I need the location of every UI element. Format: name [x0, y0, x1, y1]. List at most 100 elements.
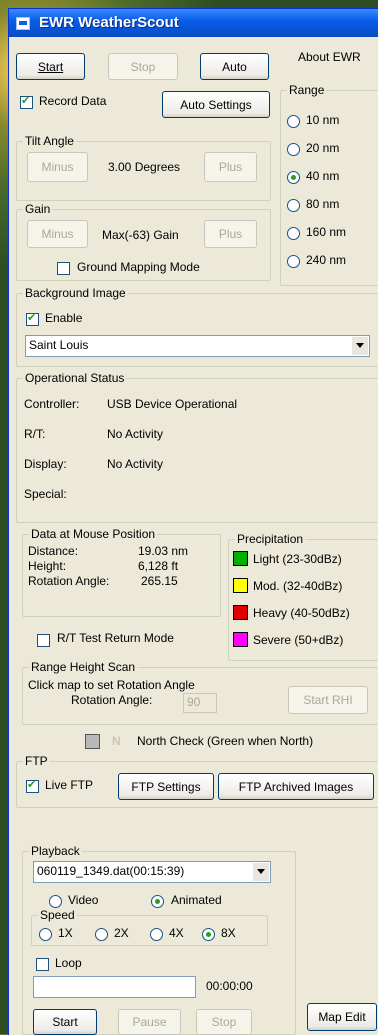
- range-option-240: 240 nm: [306, 253, 347, 267]
- range-radio-80[interactable]: [287, 199, 300, 212]
- record-data-checkbox[interactable]: [20, 94, 33, 109]
- rhi-angle-input[interactable]: 90: [183, 693, 217, 713]
- tilt-plus-label: Plus: [218, 160, 243, 174]
- precip-light-label: Light (23-30dBz): [253, 552, 342, 566]
- range-option-20: 20 nm: [306, 141, 340, 155]
- speed-radio-2x[interactable]: [95, 928, 108, 941]
- status-special-key: Special:: [24, 487, 67, 501]
- speed-radio-8x[interactable]: [202, 928, 215, 941]
- title-bar[interactable]: EWR WeatherScout: [9, 9, 378, 37]
- status-rt-value: No Activity: [107, 427, 164, 441]
- status-display-key: Display:: [24, 457, 67, 471]
- ftp-settings-label: FTP Settings: [131, 779, 201, 794]
- status-controller-key: Controller:: [24, 397, 80, 411]
- tilt-angle-value: 3.00 Degrees: [108, 160, 181, 174]
- rhi-instruction: Click map to set Rotation Angle: [28, 678, 195, 692]
- chevron-down-icon[interactable]: [351, 337, 368, 355]
- map-edit-button[interactable]: Map Edit: [307, 1003, 377, 1031]
- gain-plus-button[interactable]: Plus: [204, 220, 257, 248]
- speed-label: Speed: [38, 908, 77, 922]
- speed-option-8x: 8X: [221, 926, 236, 940]
- mouse-rotation-value: 265.15: [141, 574, 178, 588]
- background-location-value: Saint Louis: [29, 338, 89, 352]
- gain-minus-button[interactable]: Minus: [27, 220, 88, 248]
- live-ftp-checkbox[interactable]: [26, 778, 39, 793]
- auto-button-label: Auto: [222, 59, 247, 74]
- mouse-position-label: Data at Mouse Position: [29, 527, 158, 541]
- speed-radio-1x[interactable]: [39, 928, 52, 941]
- playback-file-value: 060119_1349.dat(00:15:39): [37, 864, 185, 878]
- app-icon: [16, 17, 30, 30]
- speed-option-2x: 2X: [114, 926, 129, 940]
- range-radio-20[interactable]: [287, 143, 300, 156]
- precip-light-swatch: [233, 551, 248, 566]
- speed-radio-4x[interactable]: [150, 928, 163, 941]
- ground-mapping-checkbox[interactable]: [57, 262, 70, 275]
- video-radio[interactable]: [49, 895, 62, 908]
- auto-button[interactable]: Auto: [200, 53, 269, 80]
- loop-label: Loop: [55, 956, 82, 970]
- stop-button[interactable]: Stop: [108, 53, 178, 80]
- playback-stop-button[interactable]: Stop: [196, 1009, 252, 1035]
- start-rhi-label: Start RHI: [303, 693, 353, 707]
- precip-heavy-label: Heavy (40-50dBz): [253, 606, 350, 620]
- animated-label: Animated: [171, 893, 222, 907]
- playback-stop-label: Stop: [211, 1015, 237, 1029]
- start-rhi-button[interactable]: Start RHI: [288, 686, 368, 714]
- mouse-rotation-key: Rotation Angle:: [28, 574, 110, 588]
- gain-value: Max(-63) Gain: [102, 228, 179, 242]
- status-display-value: No Activity: [107, 457, 164, 471]
- range-option-80: 80 nm: [306, 197, 340, 211]
- rhi-angle-label: Rotation Angle:: [71, 693, 153, 707]
- playback-start-button[interactable]: Start: [33, 1009, 97, 1035]
- ftp-archived-images-label: FTP Archived Images: [238, 779, 354, 794]
- chevron-down-icon[interactable]: [252, 863, 269, 881]
- range-option-10: 10 nm: [306, 113, 340, 127]
- north-indicator: [85, 734, 100, 749]
- range-radio-160[interactable]: [287, 227, 300, 240]
- range-radio-240[interactable]: [287, 255, 300, 268]
- background-image-label: Background Image: [23, 286, 128, 300]
- ftp-settings-button[interactable]: FTP Settings: [118, 773, 214, 800]
- tilt-plus-button[interactable]: Plus: [204, 152, 257, 182]
- start-button-label: Start: [37, 59, 64, 74]
- about-ewr-link[interactable]: About EWR: [298, 50, 361, 64]
- tilt-minus-label: Minus: [41, 160, 74, 174]
- video-label: Video: [68, 893, 99, 907]
- playback-progress-bar[interactable]: [33, 976, 196, 998]
- speed-option-4x: 4X: [169, 926, 184, 940]
- operational-status-label: Operational Status: [23, 371, 127, 385]
- start-button[interactable]: Start: [16, 53, 85, 80]
- ftp-archived-images-button[interactable]: FTP Archived Images: [218, 773, 374, 800]
- background-enable-checkbox[interactable]: [26, 311, 39, 326]
- playback-file-dropdown[interactable]: 060119_1349.dat(00:15:39): [33, 861, 271, 883]
- precipitation-label: Precipitation: [235, 532, 306, 546]
- map-edit-label: Map Edit: [318, 1010, 366, 1024]
- precip-moderate-label: Mod. (32-40dBz): [253, 579, 343, 593]
- auto-settings-button[interactable]: Auto Settings: [162, 91, 270, 118]
- background-location-dropdown[interactable]: Saint Louis: [25, 335, 370, 357]
- gain-label: Gain: [23, 202, 53, 216]
- tilt-angle-label: Tilt Angle: [23, 134, 76, 148]
- ground-mapping-label: Ground Mapping Mode: [77, 260, 200, 274]
- north-letter: N: [112, 734, 121, 748]
- precip-moderate-swatch: [233, 578, 248, 593]
- playback-pause-label: Pause: [132, 1015, 167, 1029]
- rt-test-checkbox[interactable]: [37, 634, 50, 647]
- animated-radio[interactable]: [151, 895, 164, 908]
- stop-button-label: Stop: [130, 59, 156, 74]
- precip-severe-swatch: [233, 632, 248, 647]
- range-radio-40[interactable]: [287, 171, 300, 184]
- precip-severe-label: Severe (50+dBz): [253, 633, 344, 647]
- range-label: Range: [287, 83, 327, 97]
- tilt-minus-button[interactable]: Minus: [27, 152, 88, 182]
- rt-test-label: R/T Test Return Mode: [57, 631, 174, 645]
- gain-minus-label: Minus: [41, 227, 74, 241]
- live-ftp-label: Live FTP: [45, 778, 94, 792]
- playback-label: Playback: [29, 844, 82, 858]
- loop-checkbox[interactable]: [36, 958, 49, 971]
- playback-pause-button[interactable]: Pause: [118, 1009, 181, 1035]
- range-option-160: 160 nm: [306, 225, 347, 239]
- record-data-label: Record Data: [39, 94, 107, 108]
- range-radio-10[interactable]: [287, 115, 300, 128]
